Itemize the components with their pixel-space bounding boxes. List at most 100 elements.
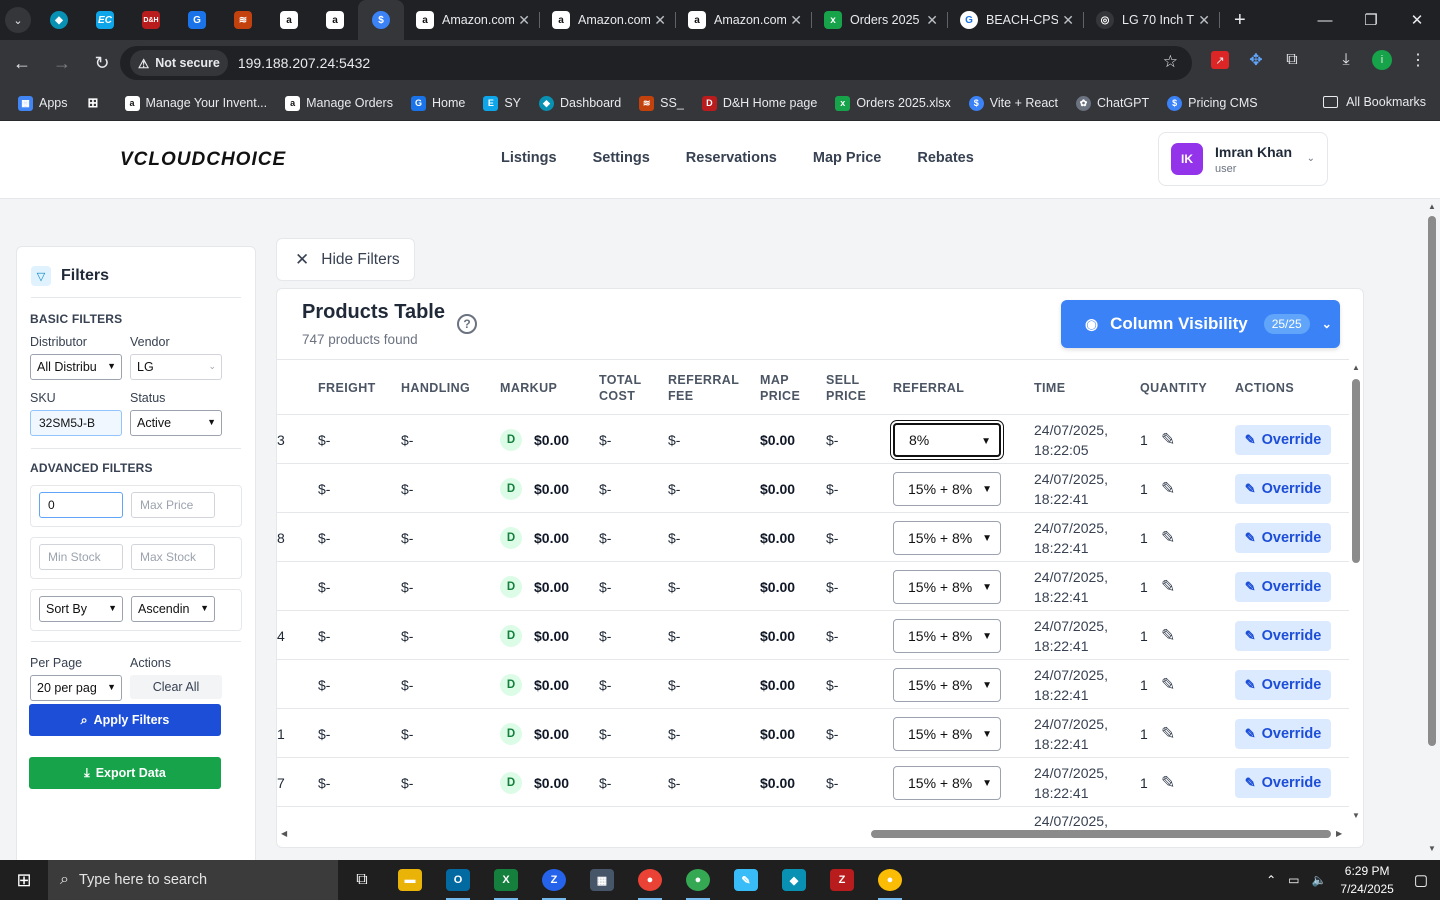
profile-icon[interactable]: i — [1370, 48, 1394, 72]
column-header[interactable]: TOTAL COST — [599, 360, 642, 416]
excel-icon[interactable]: X — [482, 860, 530, 900]
close-icon[interactable]: ✕ — [926, 12, 938, 29]
forward-button[interactable]: → — [44, 45, 80, 81]
override-button[interactable]: ✎ Override — [1235, 718, 1331, 749]
edit-quantity-icon[interactable]: ✎ — [1161, 709, 1175, 758]
notifications-icon[interactable]: ▢ — [1414, 871, 1428, 889]
override-button[interactable]: ✎ Override — [1235, 522, 1331, 553]
all-bookmarks-button[interactable]: All Bookmarks — [1323, 95, 1426, 109]
referral-select[interactable]: 8% ▼ — [893, 422, 1001, 457]
browser-menu-icon[interactable]: ⋮ — [1406, 48, 1430, 72]
column-header[interactable]: TIME — [1034, 360, 1065, 416]
bookmark-11[interactable]: $ Pricing CMS — [1167, 95, 1258, 111]
tab-6[interactable]: ◎ LG 70 Inch T ✕ — [1084, 0, 1220, 40]
bookmark-3[interactable]: G Home — [410, 95, 465, 111]
edit-quantity-icon[interactable]: ✎ — [1161, 562, 1175, 611]
edit-quantity-icon[interactable]: ✎ — [1161, 611, 1175, 660]
override-button[interactable]: ✎ Override — [1235, 473, 1331, 504]
column-header[interactable]: FREIGHT — [318, 360, 376, 416]
scroll-left-arrow-icon[interactable]: ◀ — [281, 829, 287, 838]
column-header[interactable]: REFERRAL FEE — [668, 360, 739, 416]
zoom-icon[interactable]: Z — [530, 860, 578, 900]
bookmark-2[interactable]: a Manage Orders — [285, 95, 393, 111]
nav-rebates[interactable]: Rebates — [917, 150, 973, 166]
bookmark-grid[interactable]: ⊞ — [86, 95, 107, 111]
column-header[interactable]: SELL PRICE — [826, 360, 866, 416]
export-data-button[interactable]: ⤓ Export Data — [29, 757, 221, 789]
referral-select[interactable]: 15% + 8% ▼ — [893, 520, 1001, 555]
column-header[interactable]: REFERRAL — [893, 360, 964, 416]
app-diamond-icon[interactable]: ◆ — [770, 860, 818, 900]
min-price-input[interactable]: 0 — [39, 492, 123, 518]
reload-button[interactable]: ↻ — [84, 45, 120, 81]
column-header[interactable]: HANDLING — [401, 360, 470, 416]
clear-all-button[interactable]: Clear All — [130, 675, 222, 699]
close-icon[interactable]: ✕ — [518, 12, 530, 29]
address-bar[interactable]: ⚠ Not secure 199.188.207.24:5432 ☆ — [120, 46, 1192, 80]
pinned-tab-4[interactable]: G — [174, 0, 220, 40]
nav-listings[interactable]: Listings — [501, 150, 557, 166]
max-stock-input[interactable]: Max Stock — [131, 544, 215, 570]
table-vertical-scrollbar[interactable]: ▲ ▼ — [1351, 361, 1361, 823]
bookmark-apps[interactable]: ▦ Apps — [18, 95, 68, 111]
referral-select[interactable]: 15% + 8% ▼ — [893, 716, 1001, 751]
task-view-icon[interactable]: ⧉ — [338, 860, 386, 900]
site-security-chip[interactable]: ⚠ Not secure — [130, 50, 228, 76]
close-icon[interactable]: ✕ — [1062, 12, 1074, 29]
referral-select[interactable]: 15% + 8% ▼ — [893, 569, 1001, 604]
override-button[interactable]: ✎ Override — [1235, 767, 1331, 798]
edit-quantity-icon[interactable]: ✎ — [1161, 758, 1175, 807]
maximize-button[interactable]: ❐ — [1348, 0, 1394, 40]
nav-settings[interactable]: Settings — [593, 150, 650, 166]
close-icon[interactable]: ✕ — [654, 12, 666, 29]
tab-2[interactable]: a Amazon.com ✕ — [540, 0, 676, 40]
per-page-select[interactable]: 20 per pag ▼ — [30, 675, 122, 701]
close-window-button[interactable]: ✕ — [1394, 0, 1440, 40]
extension-arrow-icon[interactable]: ↗ — [1208, 48, 1232, 72]
filezilla-icon[interactable]: Z — [818, 860, 866, 900]
pinned-tab-7[interactable]: a — [312, 0, 358, 40]
distributor-select[interactable]: All Distribu ▼ — [30, 354, 122, 380]
user-menu[interactable]: IK Imran Khan user ⌄ — [1158, 132, 1328, 186]
bookmark-4[interactable]: E SY — [483, 95, 521, 111]
table-horizontal-scrollbar[interactable]: ◀ ▶ — [277, 827, 1349, 841]
override-button[interactable]: ✎ Override — [1235, 620, 1331, 651]
column-header[interactable]: QUANTITY — [1140, 360, 1207, 416]
chevron-up-icon[interactable]: ⌃ — [1266, 873, 1276, 887]
file-explorer-icon[interactable]: ▬ — [386, 860, 434, 900]
scrollbar-thumb[interactable] — [871, 830, 1331, 838]
volume-icon[interactable]: 🔈 — [1311, 873, 1326, 887]
download-icon[interactable]: ⤓ — [1334, 48, 1358, 72]
pinned-tab-6[interactable]: a — [266, 0, 312, 40]
chrome-profile-icon[interactable]: ● — [866, 860, 914, 900]
bookmark-6[interactable]: ≋ SS_ — [639, 95, 684, 111]
help-icon[interactable]: ? — [457, 314, 477, 334]
column-visibility-button[interactable]: ◉ Column Visibility 25/25 ⌄ — [1061, 300, 1340, 348]
scroll-up-arrow-icon[interactable]: ▲ — [1352, 363, 1360, 372]
scrollbar-thumb[interactable] — [1352, 379, 1360, 563]
extension-puzzle-blue-icon[interactable]: ✥ — [1244, 48, 1268, 72]
column-header[interactable]: ACTIONS — [1235, 360, 1294, 416]
logo[interactable]: VCLOUDCHOICE — [120, 149, 286, 171]
clock[interactable]: 6:29 PM 7/24/2025 — [1340, 862, 1393, 898]
hide-filters-button[interactable]: ✕ Hide Filters — [276, 238, 415, 281]
windows-start-icon[interactable]: ⊞ — [0, 860, 48, 900]
chrome-icon[interactable]: ● — [674, 860, 722, 900]
pinned-tab-5[interactable]: ≋ — [220, 0, 266, 40]
scrollbar-thumb[interactable] — [1428, 216, 1436, 746]
vendor-select[interactable]: LG ⌄ — [130, 354, 222, 380]
sku-input[interactable]: 32SM5J-B — [30, 410, 122, 436]
bookmark-1[interactable]: a Manage Your Invent... — [124, 95, 267, 111]
bookmark-8[interactable]: x Orders 2025.xlsx — [835, 95, 951, 111]
tab-search-button[interactable]: ⌄ — [0, 0, 36, 40]
bookmark-9[interactable]: $ Vite + React — [968, 95, 1058, 111]
nav-map-price[interactable]: Map Price — [813, 150, 882, 166]
nav-reservations[interactable]: Reservations — [686, 150, 777, 166]
close-icon[interactable]: ✕ — [1198, 12, 1210, 29]
bookmark-star-icon[interactable]: ☆ — [1163, 52, 1178, 72]
taskbar-search[interactable]: ⌕ Type here to search — [48, 860, 338, 900]
referral-select[interactable]: 15% + 8% ▼ — [893, 471, 1001, 506]
override-button[interactable]: ✎ Override — [1235, 669, 1331, 700]
scroll-right-arrow-icon[interactable]: ▶ — [1336, 829, 1342, 838]
status-select[interactable]: Active ▼ — [130, 410, 222, 436]
